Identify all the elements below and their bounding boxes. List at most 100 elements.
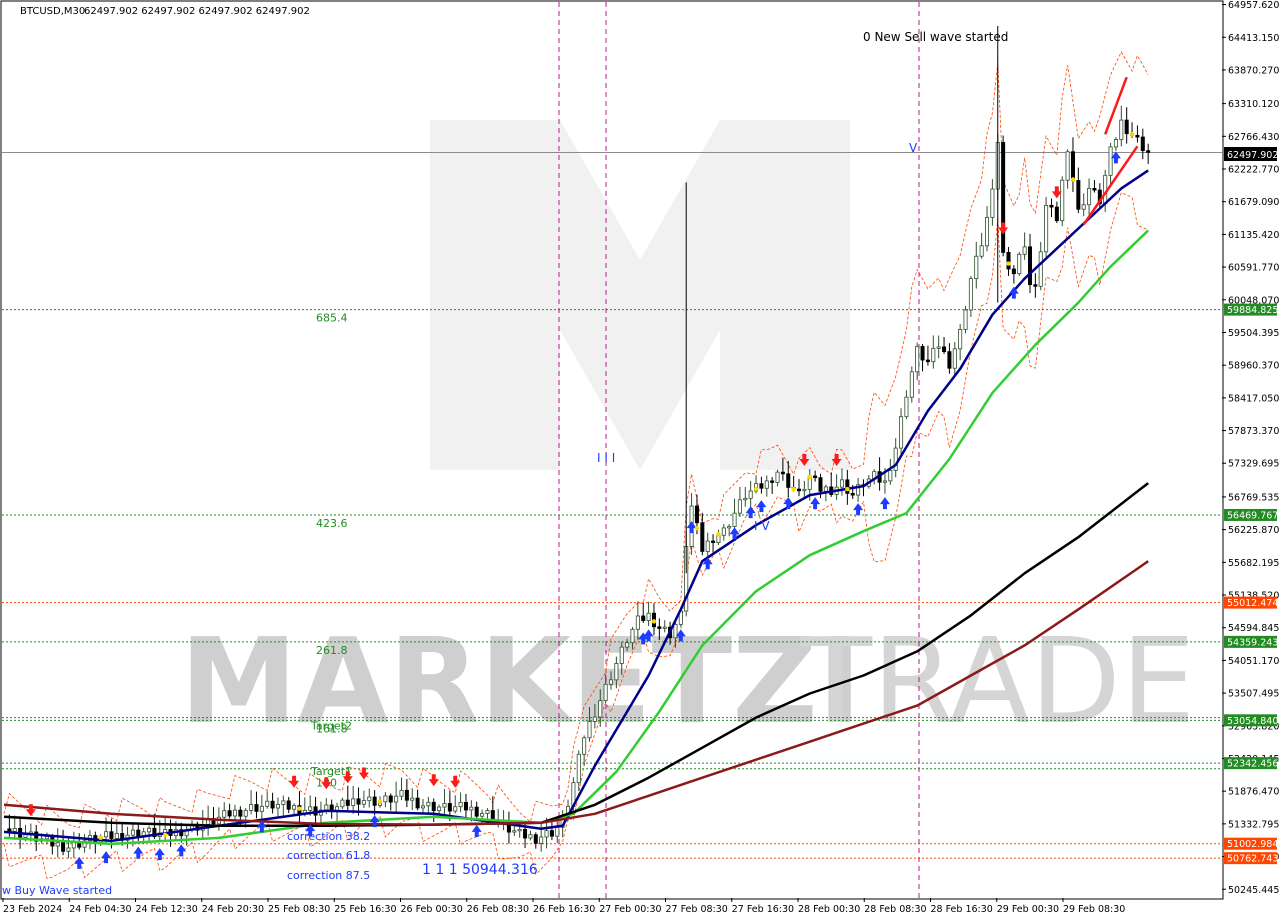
- candle-body: [947, 351, 952, 369]
- candle-body: [227, 810, 232, 817]
- candle-body: [963, 309, 968, 330]
- candle-body: [990, 188, 995, 218]
- candle-body: [657, 626, 662, 629]
- candle-body: [249, 804, 254, 811]
- candle-body: [582, 737, 587, 755]
- chart-svg[interactable]: MARKETZI TRADE 685.4423.6261.8Target2161…: [0, 0, 1280, 920]
- candle-body: [641, 615, 646, 621]
- candle-body: [780, 471, 785, 475]
- x-tick-label: 26 Feb 16:30: [533, 904, 595, 915]
- candle-body: [952, 348, 957, 369]
- wave-roman-1: I I I: [597, 451, 615, 465]
- candle-body: [404, 789, 409, 801]
- candle-body: [1038, 251, 1043, 287]
- candle-body: [1108, 146, 1113, 176]
- level-tag-text: 56469.767: [1227, 510, 1278, 521]
- sell-wave-annotation: 0 New Sell wave started: [863, 30, 1008, 44]
- level-tag-text: 50762.743: [1227, 854, 1278, 865]
- ohlc-label: 62497.902 62497.902 62497.902 62497.902: [84, 6, 310, 17]
- y-tick-label: 63310.120: [1228, 99, 1279, 110]
- wave-count-label: 1 1 1 50944.316: [422, 862, 538, 878]
- level-tag-text: 59884.825: [1227, 305, 1278, 316]
- x-tick-label: 23 Feb 2024: [3, 904, 62, 915]
- y-tick-label: 51332.795: [1228, 819, 1279, 830]
- level-label: 161.8: [316, 722, 348, 735]
- candle-body: [942, 346, 947, 353]
- level-label: 261.8: [316, 644, 348, 657]
- candle-body: [270, 800, 275, 809]
- candle-body: [437, 806, 442, 812]
- y-tick-label: 64957.620: [1228, 0, 1279, 11]
- watermark-part1: MARKETZI: [180, 612, 862, 750]
- candle-body: [356, 798, 361, 805]
- candle-body: [1044, 204, 1049, 253]
- y-tick-label: 61679.090: [1228, 197, 1279, 208]
- symbol-label: BTCUSD,M30: [20, 6, 85, 17]
- wave-roman-3: V: [909, 141, 918, 155]
- candle-body: [850, 493, 855, 496]
- candle-body: [383, 795, 388, 803]
- signal-dot: [162, 832, 168, 838]
- signal-dot: [716, 531, 721, 537]
- candle-body: [539, 836, 544, 844]
- candle-body: [1006, 251, 1011, 270]
- candle-body: [453, 806, 458, 812]
- candle-body: [619, 646, 624, 664]
- candle-body: [888, 470, 893, 482]
- candle-body: [340, 799, 345, 808]
- y-tick-label: 58417.050: [1228, 393, 1279, 404]
- candle-body: [485, 810, 490, 814]
- signal-dot: [807, 474, 812, 480]
- candle-body: [936, 346, 941, 349]
- level-label: 685.4: [316, 312, 348, 325]
- candle-body: [705, 540, 710, 552]
- level-tag-text: 52342.456: [1227, 759, 1278, 770]
- x-tick-label: 27 Feb 08:30: [666, 904, 728, 915]
- candle-body: [147, 827, 152, 833]
- candle-body: [61, 842, 66, 852]
- x-tick-label: 24 Feb 12:30: [136, 904, 198, 915]
- y-tick-label: 57873.370: [1228, 426, 1279, 437]
- candle-body: [711, 540, 716, 544]
- candle-body: [1011, 268, 1016, 275]
- candle-body: [662, 626, 667, 629]
- correction-87-label: correction 87.5: [287, 869, 370, 882]
- correction-38-label: correction 38.2: [287, 830, 370, 843]
- candle-body: [958, 329, 963, 350]
- candle-body: [345, 799, 350, 806]
- candle-body: [23, 834, 28, 838]
- candle-body: [480, 812, 485, 817]
- x-tick-label: 26 Feb 08:30: [467, 904, 529, 915]
- signal-dot: [377, 799, 383, 804]
- candle-body: [759, 483, 764, 489]
- candle-body: [764, 480, 769, 489]
- candle-body: [1092, 188, 1097, 191]
- candle-body: [1054, 206, 1059, 222]
- correction-61-label: correction 61.8: [287, 849, 370, 862]
- candle-body: [775, 471, 780, 483]
- candle-body: [528, 834, 533, 839]
- candle-body: [743, 497, 748, 501]
- candle-body: [985, 217, 990, 247]
- candle-body: [925, 359, 930, 363]
- candle-body: [839, 479, 844, 488]
- chart-container[interactable]: MARKETZI TRADE 685.4 423.6 261.8 Target2 161…: [0, 0, 1280, 920]
- y-tick-label: 61135.420: [1228, 230, 1279, 241]
- signal-dot: [694, 525, 700, 531]
- signal-dot: [297, 806, 302, 811]
- candle-body: [587, 721, 592, 739]
- candle-body: [512, 830, 517, 833]
- candle-body: [238, 809, 243, 817]
- candle-body: [1060, 179, 1065, 222]
- candle-body: [523, 829, 528, 839]
- candle-body: [1022, 246, 1027, 255]
- y-tick-label: 54051.170: [1228, 656, 1279, 667]
- candle-body: [275, 804, 280, 809]
- wave-roman-2: I V: [754, 519, 770, 533]
- candle-body: [700, 522, 705, 552]
- candle-body: [426, 801, 431, 807]
- candle-body: [1001, 142, 1006, 253]
- candle-body: [533, 834, 538, 844]
- candle-body: [544, 830, 549, 838]
- y-tick-label: 51876.470: [1228, 787, 1279, 798]
